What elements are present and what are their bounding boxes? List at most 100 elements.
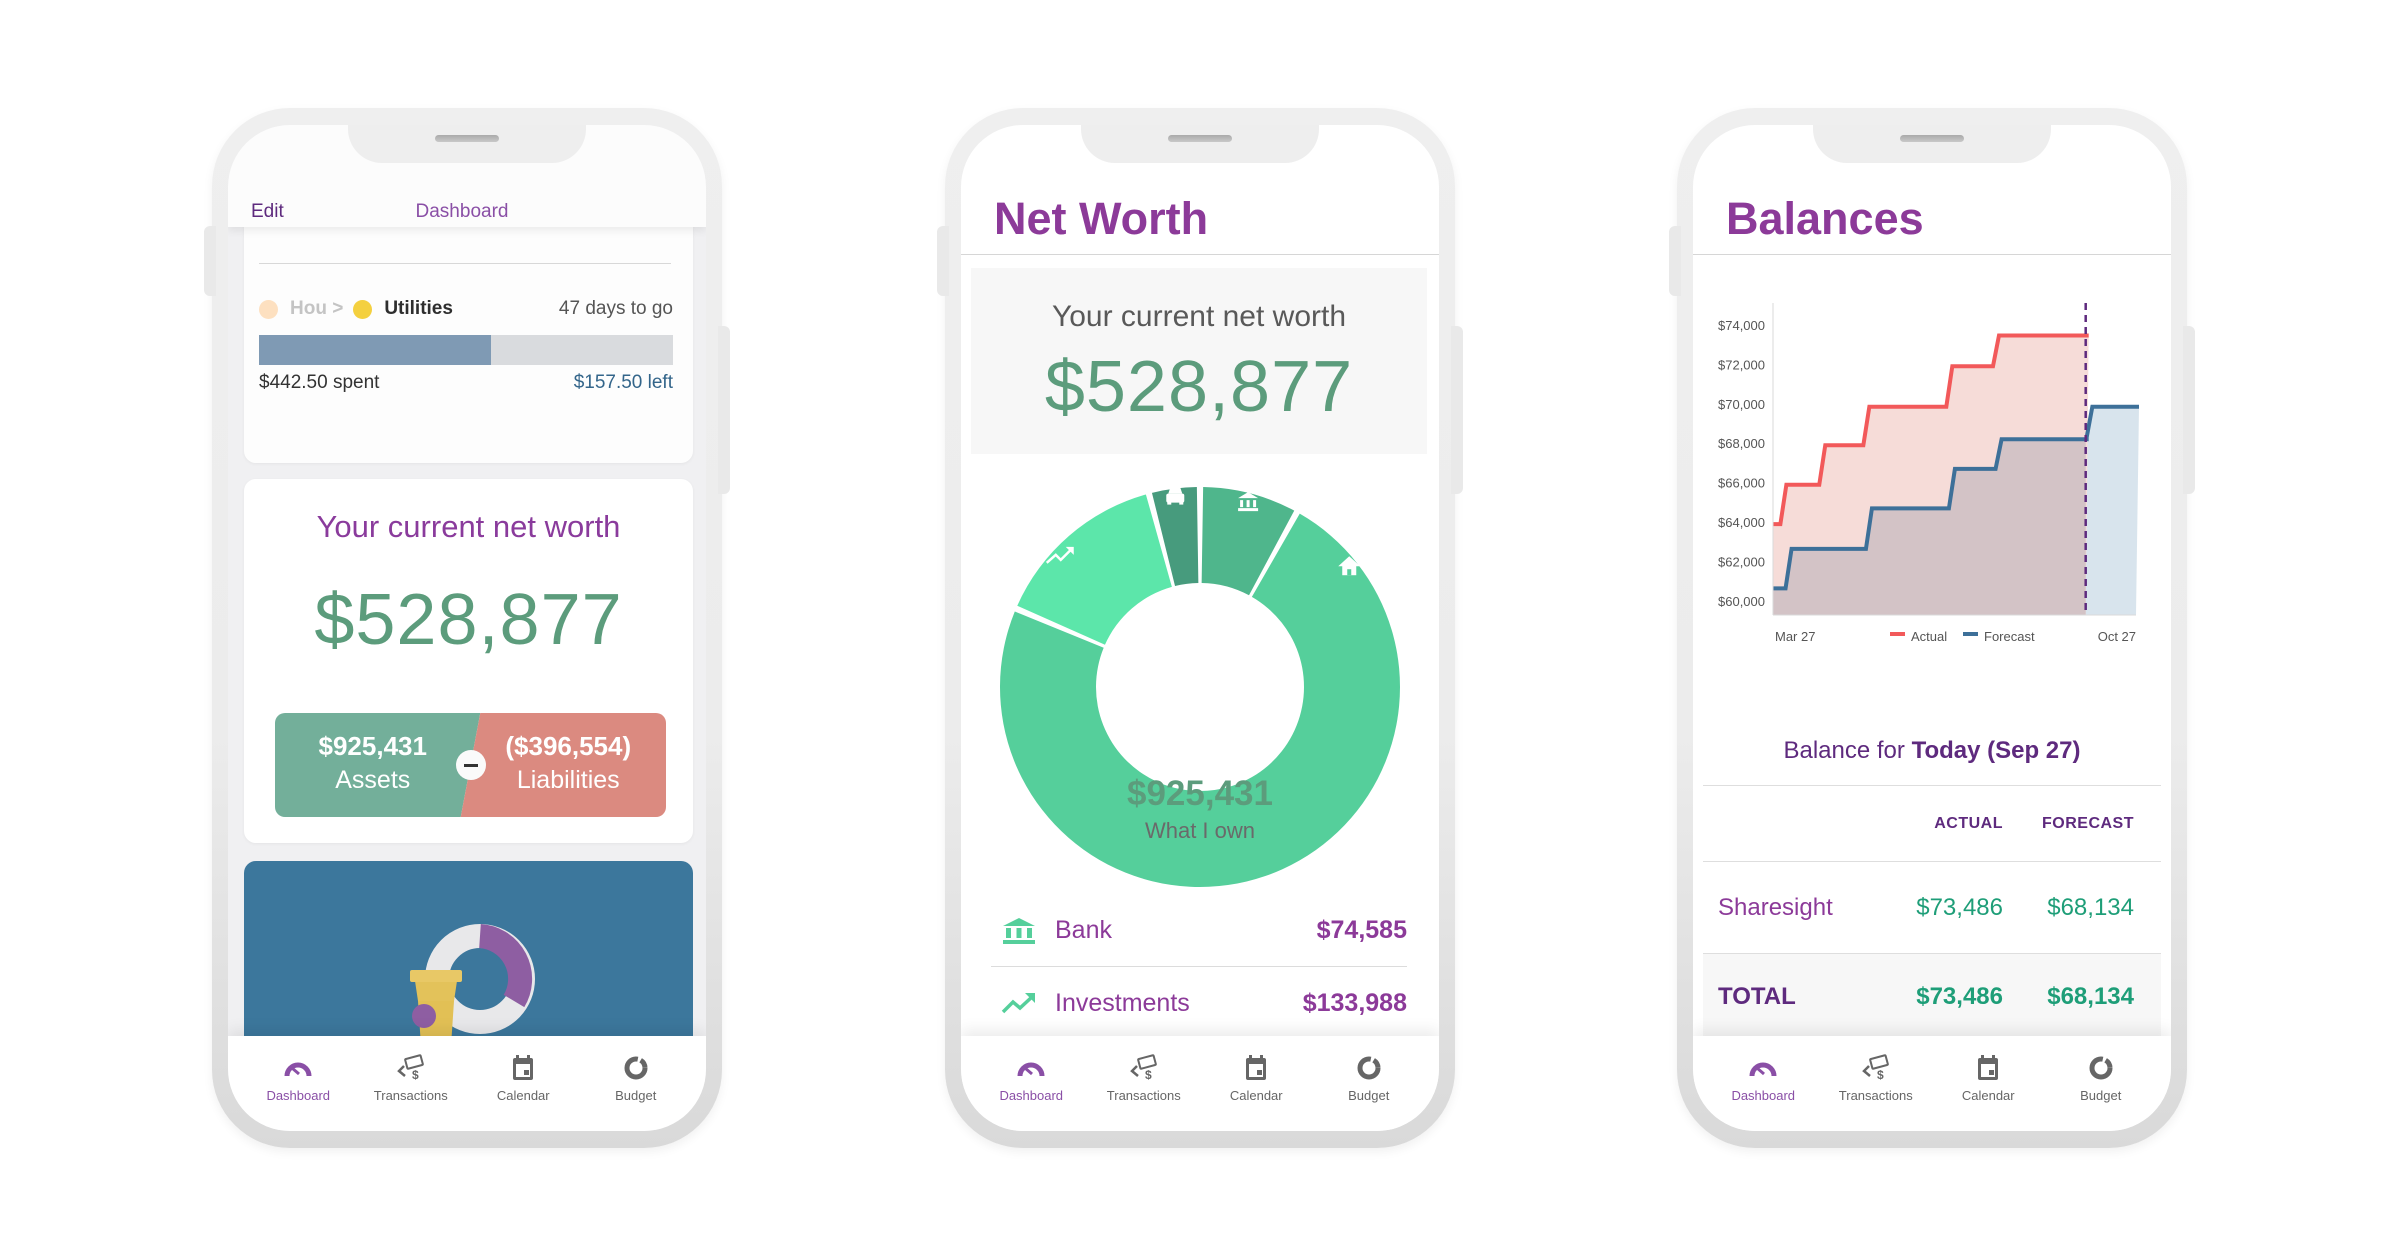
tab-transactions[interactable]: $ Transactions bbox=[1826, 1054, 1926, 1131]
net-worth-summary: Your current net worth $528,877 bbox=[971, 268, 1427, 454]
y-tick-label: $62,000 bbox=[1718, 555, 1765, 570]
svg-text:$: $ bbox=[412, 1068, 419, 1082]
phone-side-button bbox=[2183, 326, 2195, 494]
promo-card[interactable] bbox=[244, 861, 693, 1061]
total-forecast-value: $68,134 bbox=[2047, 983, 2134, 1010]
table-header: ACTUAL FORECAST bbox=[1703, 785, 2161, 861]
liabilities-summary[interactable]: ($396,554) Liabilities bbox=[471, 731, 667, 795]
net-worth-card[interactable]: Your current net worth $528,877 $925,431… bbox=[244, 479, 693, 843]
tab-label: Calendar bbox=[1229, 1088, 1283, 1103]
cards-dollar-icon: $ bbox=[1861, 1054, 1889, 1082]
table-total-row: TOTAL $73,486 $68,134 bbox=[1703, 953, 2161, 1041]
page-title: Balances bbox=[1726, 193, 1924, 244]
tab-bar: Dashboard $ Transactions Calendar Budget bbox=[1693, 1036, 2171, 1131]
cards-dollar-icon: $ bbox=[396, 1054, 424, 1082]
x-tick-label: Oct 27 bbox=[2098, 629, 2136, 644]
balance-title-prefix: Balance for bbox=[1783, 737, 1912, 764]
phone-dashboard: Edit Dashboard $68.43 spent $176.32 left… bbox=[204, 108, 730, 1148]
tab-label: Calendar bbox=[496, 1088, 550, 1103]
phone-notch bbox=[348, 125, 586, 163]
total-label: TOTAL bbox=[1718, 983, 1796, 1010]
svg-text:$: $ bbox=[1877, 1068, 1884, 1082]
gauge-icon bbox=[284, 1062, 312, 1077]
tab-transactions[interactable]: $ Transactions bbox=[1094, 1054, 1194, 1131]
y-tick-label: $60,000 bbox=[1718, 594, 1765, 609]
tab-calendar[interactable]: Calendar bbox=[473, 1054, 573, 1131]
speaker bbox=[435, 135, 499, 142]
trending-up-icon bbox=[1001, 993, 1035, 1014]
category-dot-icon bbox=[353, 299, 373, 319]
ring-icon bbox=[2089, 1056, 2113, 1080]
phone-side-button bbox=[204, 226, 216, 296]
tab-transactions[interactable]: $ Transactions bbox=[361, 1054, 461, 1131]
tab-label: Transactions bbox=[1106, 1088, 1181, 1103]
y-tick-label: $72,000 bbox=[1718, 357, 1765, 372]
speaker bbox=[1900, 135, 1964, 142]
net-worth-amount: $528,877 bbox=[314, 580, 623, 660]
asset-row-investments[interactable]: Investments $133,988 bbox=[991, 967, 1407, 1039]
calendar-icon bbox=[513, 1055, 534, 1080]
table-row[interactable]: Sharesight $73,486 $68,134 bbox=[1703, 861, 2161, 953]
tab-dashboard[interactable]: Dashboard bbox=[981, 1054, 1081, 1131]
legend-label: Forecast bbox=[1984, 629, 2035, 644]
asset-value: $133,988 bbox=[1302, 988, 1407, 1017]
page-title: Dashboard bbox=[415, 201, 509, 222]
balance-title-date: Today (Sep 27) bbox=[1911, 737, 2081, 764]
tab-budget[interactable]: Budget bbox=[586, 1054, 686, 1131]
balance-today-title: Balance for Today (Sep 27) bbox=[1693, 737, 2171, 765]
legend-label: Actual bbox=[1911, 629, 1947, 644]
budget-category-row: Hou > Utilities 47 days to go bbox=[259, 296, 673, 322]
calendar-icon bbox=[1978, 1055, 1999, 1080]
liabilities-value: ($396,554) bbox=[505, 731, 632, 761]
tab-budget[interactable]: Budget bbox=[1319, 1054, 1419, 1131]
tab-dashboard[interactable]: Dashboard bbox=[248, 1054, 348, 1131]
assets-summary[interactable]: $925,431 Assets bbox=[275, 731, 471, 795]
calendar-icon bbox=[1246, 1055, 1267, 1080]
phone-side-button bbox=[1451, 326, 1463, 494]
bank-icon bbox=[1003, 917, 1035, 944]
tab-dashboard[interactable]: Dashboard bbox=[1713, 1054, 1813, 1131]
column-header-actual: ACTUAL bbox=[1934, 814, 2003, 832]
net-worth-amount: $528,877 bbox=[1044, 347, 1354, 427]
speaker bbox=[1168, 135, 1232, 142]
y-tick-label: $64,000 bbox=[1718, 515, 1765, 530]
x-tick-label: Mar 27 bbox=[1775, 629, 1815, 644]
minus-icon bbox=[455, 750, 486, 780]
assets-value: $925,431 bbox=[318, 731, 427, 761]
budget-left: $157.50 left bbox=[573, 372, 673, 393]
asset-name: Bank bbox=[1055, 916, 1112, 944]
account-name: Sharesight bbox=[1718, 893, 1833, 921]
liabilities-label: Liabilities bbox=[516, 766, 620, 794]
asset-value: $74,585 bbox=[1316, 916, 1407, 944]
legend-swatch-forecast bbox=[1963, 632, 1978, 636]
y-tick-label: $66,000 bbox=[1718, 476, 1765, 491]
phone-notch bbox=[1081, 125, 1319, 163]
tab-calendar[interactable]: Calendar bbox=[1206, 1054, 1306, 1131]
total-actual-value: $73,486 bbox=[1916, 983, 2003, 1010]
y-tick-label: $74,000 bbox=[1718, 318, 1765, 333]
parent-category-dot-icon bbox=[259, 299, 278, 319]
asset-row-bank[interactable]: Bank $74,585 bbox=[991, 895, 1407, 967]
phone-screen: Net Worth Your current net worth $528,87… bbox=[961, 125, 1439, 1131]
assets-donut-chart: $925,431 What I own bbox=[961, 471, 1439, 891]
phone-net-worth: Net Worth Your current net worth $528,87… bbox=[937, 108, 1463, 1148]
ring-icon bbox=[624, 1056, 648, 1080]
category-label: Utilities bbox=[384, 298, 453, 319]
cards-dollar-icon: $ bbox=[1129, 1054, 1157, 1082]
tab-bar: Dashboard $ Transactions Calendar Budget bbox=[228, 1036, 706, 1131]
budget-spent: $442.50 spent bbox=[259, 372, 380, 393]
donut-center: $925,431 What I own bbox=[961, 774, 1439, 844]
page-title: Net Worth bbox=[994, 193, 1209, 244]
tab-budget[interactable]: Budget bbox=[2051, 1054, 2151, 1131]
assets-label: Assets bbox=[335, 766, 411, 794]
phone-screen: Balances $60,000 $62,000 $64,000 $66,000 $68… bbox=[1693, 125, 2171, 1131]
coffee-cup-donut-illustration bbox=[410, 924, 535, 1061]
parent-category-label: Hou > bbox=[290, 298, 344, 319]
svg-text:$: $ bbox=[1145, 1068, 1152, 1082]
tab-calendar[interactable]: Calendar bbox=[1938, 1054, 2038, 1131]
forecast-value: $68,134 bbox=[2047, 893, 2134, 921]
days-remaining: 47 days to go bbox=[558, 298, 673, 319]
asset-name: Investments bbox=[1055, 988, 1190, 1017]
balance-table: ACTUAL FORECAST Sharesight $73,486 $68,1… bbox=[1703, 785, 2161, 1041]
phone-screen: Edit Dashboard $68.43 spent $176.32 left… bbox=[228, 125, 706, 1131]
